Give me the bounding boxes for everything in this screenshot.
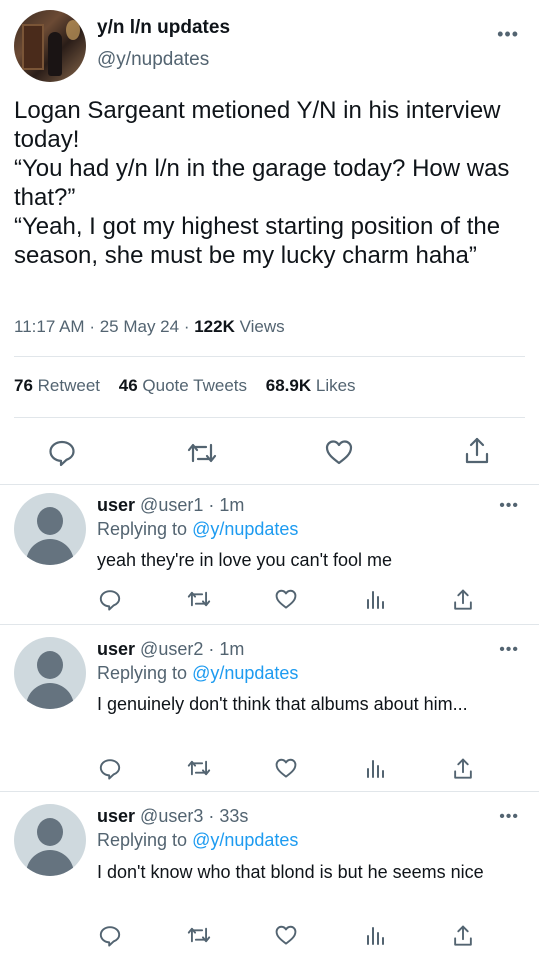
likes-stat[interactable]: 68.9K Likes [266, 376, 356, 395]
like-icon[interactable] [274, 757, 298, 779]
quotes-label: Quote Tweets [142, 376, 248, 395]
reply-actions [0, 924, 539, 954]
tweet-meta: 11:17 AM · 25 May 24 · 122K Views [14, 317, 285, 337]
reply-text: yeah they're in love you can't fool me [97, 550, 393, 570]
meta-separator: · [183, 317, 195, 336]
replying-to-label: Replying to [97, 663, 188, 683]
meta-separator: · [89, 317, 100, 336]
reply-icon[interactable] [47, 438, 77, 468]
avatar-body [26, 850, 74, 876]
tweet-text: Logan Sargeant metioned Y/N in his inter… [14, 97, 510, 269]
views-count: 122K [194, 317, 235, 336]
retweets-stat[interactable]: 76 Retweet [14, 376, 100, 395]
like-icon[interactable] [274, 924, 298, 946]
avatar[interactable] [14, 637, 86, 709]
replying-to-mention[interactable]: @y/nupdates [192, 830, 298, 850]
retweet-icon[interactable] [186, 588, 212, 610]
reply-icon[interactable] [98, 757, 122, 781]
like-icon[interactable] [324, 438, 354, 466]
quotes-count: 46 [118, 376, 138, 395]
reply-icon[interactable] [98, 588, 122, 612]
reply-more-icon[interactable]: ••• [499, 497, 519, 515]
more-options-icon[interactable]: ••• [497, 24, 519, 45]
reply-text: I don't know who that blond is but he se… [97, 862, 484, 882]
reply-time: 1m [219, 639, 245, 659]
likes-label: Likes [315, 376, 356, 395]
reply-actions [0, 588, 539, 618]
share-icon[interactable] [452, 588, 474, 612]
replying-to-mention[interactable]: @y/nupdates [192, 663, 298, 683]
analytics-icon[interactable] [364, 924, 386, 946]
reply-text: I genuinely don't think that albums abou… [97, 694, 468, 714]
avatar-body [26, 683, 74, 709]
avatar-door [22, 24, 44, 70]
reply-actions [0, 757, 539, 787]
author-avatar[interactable] [14, 10, 86, 82]
retweet-icon[interactable] [186, 439, 218, 467]
divider [14, 417, 525, 418]
reply-tweet[interactable]: user @user1 · 1m ••• Replying to @y/nupd… [0, 485, 539, 624]
replying-to: Replying to @y/nupdates [97, 663, 298, 684]
reply-more-icon[interactable]: ••• [499, 808, 519, 826]
reply-header: user @user3 · 33s [97, 806, 249, 826]
reply-more-icon[interactable]: ••• [499, 641, 519, 659]
avatar[interactable] [14, 804, 86, 876]
reply-header: user @user1 · 1m [97, 495, 245, 515]
tweet-stats: 76 Retweet 46 Quote Tweets 68.9K Likes [14, 376, 370, 396]
analytics-icon[interactable] [364, 757, 386, 779]
analytics-icon[interactable] [364, 588, 386, 610]
replying-to-label: Replying to [97, 830, 188, 850]
replying-to-label: Replying to [97, 519, 188, 539]
retweets-count: 76 [14, 376, 33, 395]
reply-name[interactable]: user [97, 495, 135, 515]
reply-handle[interactable]: @user3 [140, 806, 203, 826]
replying-to-mention[interactable]: @y/nupdates [192, 519, 298, 539]
author-display-name[interactable]: y/n l/n updates [97, 17, 230, 39]
reply-name[interactable]: user [97, 639, 135, 659]
reply-tweet[interactable]: user @user2 · 1m ••• Replying to @y/nupd… [0, 625, 539, 791]
like-icon[interactable] [274, 588, 298, 610]
retweet-icon[interactable] [186, 924, 212, 946]
replying-to: Replying to @y/nupdates [97, 830, 298, 851]
tweet-actions [0, 432, 539, 472]
avatar-head [37, 818, 63, 846]
avatar-body [26, 539, 74, 565]
tweet-date: 25 May 24 [99, 317, 180, 336]
retweets-label: Retweet [37, 376, 101, 395]
divider [14, 356, 525, 357]
avatar-figure [48, 32, 62, 76]
reply-tweet[interactable]: user @user3 · 33s ••• Replying to @y/nup… [0, 792, 539, 960]
reply-time: 1m [219, 495, 245, 515]
share-icon[interactable] [452, 757, 474, 781]
reply-header: user @user2 · 1m [97, 639, 245, 659]
reply-icon[interactable] [98, 924, 122, 948]
avatar[interactable] [14, 493, 86, 565]
likes-count: 68.9K [265, 376, 312, 395]
avatar-light [66, 20, 80, 40]
author-handle[interactable]: @y/nupdates [97, 49, 209, 71]
avatar-head [37, 651, 63, 679]
quotes-stat[interactable]: 46 Quote Tweets [119, 376, 247, 395]
reply-time: 33s [219, 806, 249, 826]
reply-name[interactable]: user [97, 806, 135, 826]
tweet-time: 11:17 AM [14, 317, 85, 336]
share-icon[interactable] [452, 924, 474, 948]
reply-handle[interactable]: @user1 [140, 495, 203, 515]
share-icon[interactable] [463, 436, 491, 466]
retweet-icon[interactable] [186, 757, 212, 779]
replying-to: Replying to @y/nupdates [97, 519, 298, 540]
views-label: Views [239, 317, 285, 336]
reply-handle[interactable]: @user2 [140, 639, 203, 659]
avatar-head [37, 507, 63, 535]
